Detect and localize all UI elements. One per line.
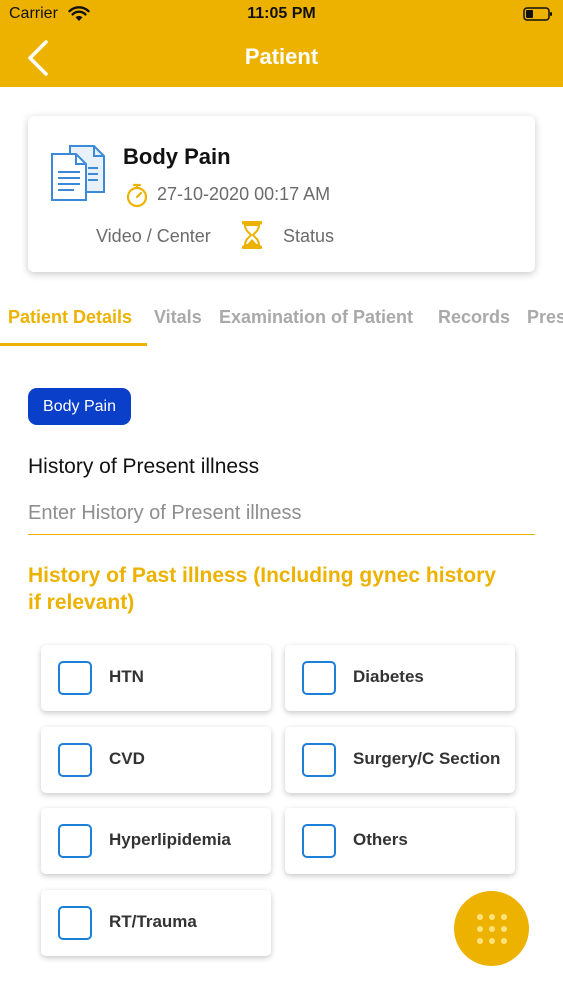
checkbox[interactable] bbox=[302, 743, 336, 777]
consultation-status: Status bbox=[283, 226, 335, 246]
grid-dots-icon bbox=[477, 914, 507, 944]
option-others[interactable]: Others bbox=[285, 808, 515, 874]
option-label: Hyperlipidemia bbox=[109, 830, 231, 849]
stopwatch-icon bbox=[126, 183, 148, 208]
consultation-card[interactable]: Body Pain 27-10-2020 00:17 AM Video / Ce… bbox=[28, 116, 535, 272]
consultation-title: Body Pain bbox=[123, 144, 231, 169]
checkbox[interactable] bbox=[58, 906, 92, 940]
option-label: HTN bbox=[109, 667, 144, 686]
tab-vitals[interactable]: Vitals bbox=[154, 307, 202, 328]
option-htn[interactable]: HTN bbox=[41, 645, 271, 711]
option-label: RT/Trauma bbox=[109, 912, 197, 931]
consultation-datetime: 27-10-2020 00:17 AM bbox=[157, 184, 331, 204]
page-title: Patient bbox=[244, 44, 319, 69]
complaint-tag: Body Pain bbox=[28, 388, 131, 425]
tab-patient-details[interactable]: Patient Details bbox=[8, 307, 132, 328]
menu-fab-button[interactable] bbox=[454, 891, 529, 966]
history-present-input[interactable] bbox=[28, 492, 535, 535]
checkbox[interactable] bbox=[302, 661, 336, 695]
option-rt-trauma[interactable]: RT/Trauma bbox=[41, 890, 271, 956]
option-surgery-c-section[interactable]: Surgery/C Section bbox=[285, 727, 515, 793]
documents-icon bbox=[51, 145, 105, 201]
app-header: Carrier 11:05 PM Patient bbox=[0, 0, 563, 87]
option-label: Surgery/C Section bbox=[353, 749, 501, 768]
battery-icon bbox=[523, 7, 552, 21]
clock: 11:05 PM bbox=[247, 5, 316, 22]
option-diabetes[interactable]: Diabetes bbox=[285, 645, 515, 711]
history-present-label: History of Present illness bbox=[28, 455, 260, 478]
option-label: CVD bbox=[109, 749, 145, 768]
option-cvd[interactable]: CVD bbox=[41, 727, 271, 793]
checkbox[interactable] bbox=[58, 743, 92, 777]
checkbox[interactable] bbox=[58, 661, 92, 695]
option-label: Others bbox=[353, 830, 408, 849]
status-bar: Carrier 11:05 PM bbox=[0, 0, 563, 30]
option-label: Diabetes bbox=[353, 667, 424, 686]
tab-records[interactable]: Records bbox=[438, 307, 510, 328]
checkbox[interactable] bbox=[302, 824, 336, 858]
hourglass-icon bbox=[242, 221, 262, 249]
tab-prescription[interactable]: Prescription bbox=[527, 307, 563, 328]
consultation-mode: Video / Center bbox=[96, 226, 211, 246]
option-hyperlipidemia[interactable]: Hyperlipidemia bbox=[41, 808, 271, 874]
history-past-heading: History of Past illness (Including gynec… bbox=[28, 564, 496, 614]
tab-examination-of-patient[interactable]: Examination of Patient bbox=[219, 307, 413, 328]
tab-bar: Patient Details Vitals Examination of Pa… bbox=[0, 300, 563, 348]
active-tab-indicator bbox=[0, 343, 147, 346]
checkbox[interactable] bbox=[58, 824, 92, 858]
